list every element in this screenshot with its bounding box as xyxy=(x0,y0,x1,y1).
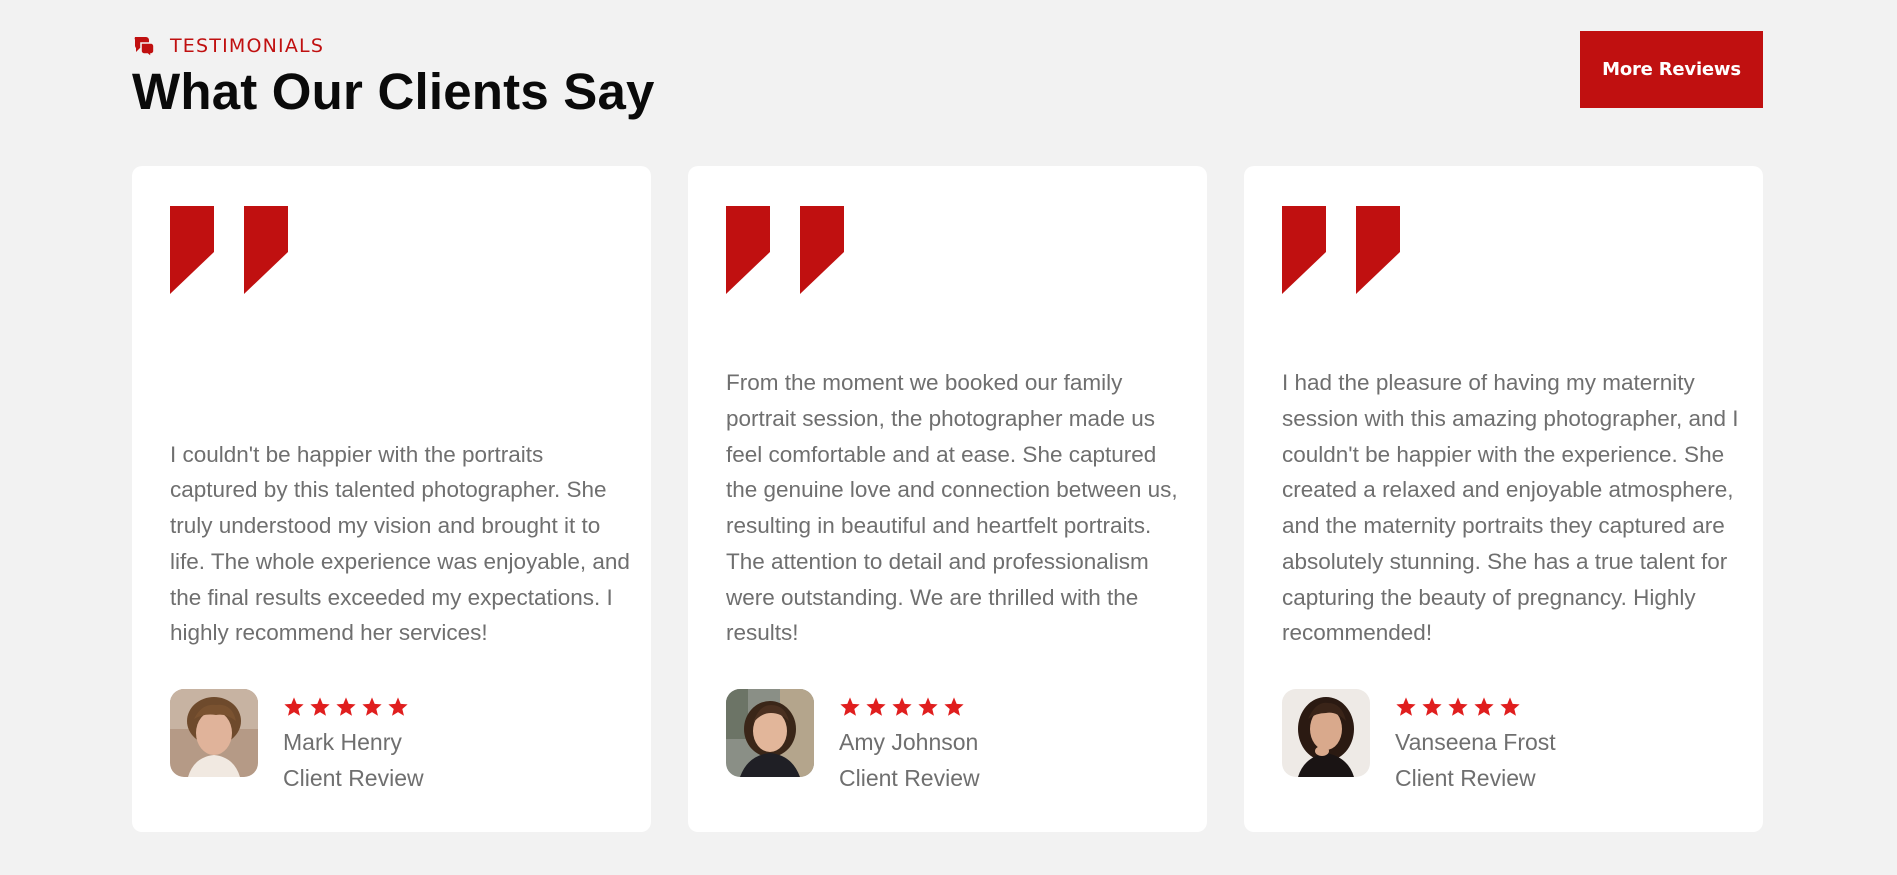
star-icon xyxy=(1448,697,1468,716)
avatar xyxy=(170,689,258,777)
section-title: What Our Clients Say xyxy=(132,63,655,120)
star-icon xyxy=(388,697,408,716)
star-icon xyxy=(866,697,886,716)
review-author: Mark Henry Client Review xyxy=(170,689,633,796)
section-eyebrow: TESTIMONIALS xyxy=(132,34,324,58)
star-icon xyxy=(336,697,356,716)
review-text: I had the pleasure of having my maternit… xyxy=(1282,370,1739,646)
avatar xyxy=(726,689,814,777)
author-role: Client Review xyxy=(839,764,980,791)
star-icon xyxy=(284,697,304,716)
testimonial-card: I had the pleasure of having my maternit… xyxy=(1244,166,1763,832)
star-icon xyxy=(362,697,382,716)
card-body: I had the pleasure of having my maternit… xyxy=(1282,365,1745,796)
star-icon xyxy=(1422,697,1442,716)
review-author: Amy Johnson Client Review xyxy=(726,689,1189,796)
author-info: Mark Henry Client Review xyxy=(283,696,424,796)
review-text: I couldn't be happier with the portraits… xyxy=(170,441,630,646)
quote-icon xyxy=(726,206,844,294)
star-rating xyxy=(839,696,980,718)
avatar xyxy=(1282,689,1370,777)
quote-icon xyxy=(1282,206,1400,294)
star-icon xyxy=(1500,697,1520,716)
eyebrow-label: TESTIMONIALS xyxy=(170,35,325,57)
author-role: Client Review xyxy=(283,764,424,791)
more-reviews-button[interactable]: More Reviews xyxy=(1580,31,1763,108)
author-name: Mark Henry xyxy=(283,729,402,755)
star-icon xyxy=(892,697,912,716)
testimonial-cards: I couldn't be happier with the portraits… xyxy=(132,166,1763,832)
author-name: Amy Johnson xyxy=(839,729,979,755)
chat-bubbles-icon xyxy=(134,37,155,58)
author-role: Client Review xyxy=(1395,764,1536,791)
star-icon xyxy=(1396,697,1416,716)
testimonial-card: From the moment we booked our family por… xyxy=(688,166,1207,832)
testimonials-section: TESTIMONIALS What Our Clients Say More R… xyxy=(132,0,1763,875)
star-icon xyxy=(310,697,330,716)
star-icon xyxy=(918,697,938,716)
testimonial-card: I couldn't be happier with the portraits… xyxy=(132,166,651,832)
star-icon xyxy=(944,697,964,716)
star-icon xyxy=(1474,697,1494,716)
review-text: From the moment we booked our family por… xyxy=(726,370,1178,646)
star-rating xyxy=(1395,696,1556,718)
card-body: From the moment we booked our family por… xyxy=(726,365,1189,796)
author-info: Vanseena Frost Client Review xyxy=(1395,696,1556,796)
star-rating xyxy=(283,696,424,718)
review-author: Vanseena Frost Client Review xyxy=(1282,689,1745,796)
card-body: I couldn't be happier with the portraits… xyxy=(170,437,633,796)
star-icon xyxy=(840,697,860,716)
quote-icon xyxy=(170,206,288,294)
author-info: Amy Johnson Client Review xyxy=(839,696,980,796)
author-name: Vanseena Frost xyxy=(1395,729,1556,755)
